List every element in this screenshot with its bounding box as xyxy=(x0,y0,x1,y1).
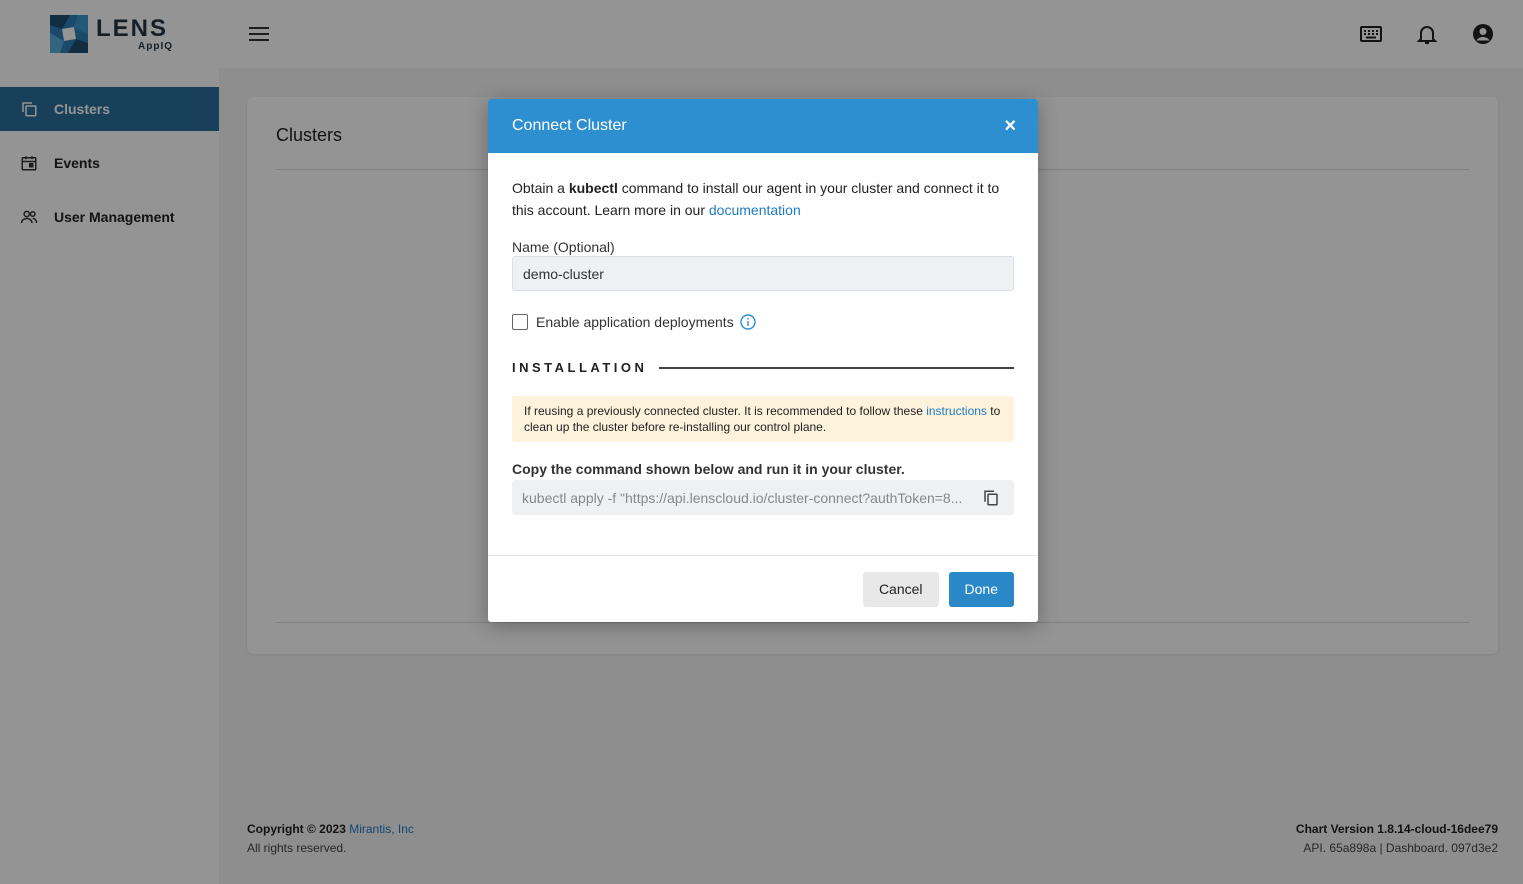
command-text[interactable]: kubectl apply -f "https://api.lenscloud.… xyxy=(522,490,970,506)
command-box: kubectl apply -f "https://api.lenscloud.… xyxy=(512,480,1014,515)
section-title: INSTALLATION xyxy=(512,360,648,375)
dialog-header: Connect Cluster × xyxy=(488,99,1038,153)
done-button[interactable]: Done xyxy=(948,571,1014,607)
enable-deployments-row: Enable application deployments xyxy=(512,314,1014,330)
documentation-link[interactable]: documentation xyxy=(709,202,801,218)
command-label: Copy the command shown below and run it … xyxy=(512,461,905,477)
info-icon[interactable] xyxy=(740,314,756,330)
connect-cluster-dialog: Connect Cluster × Obtain a kubectl comma… xyxy=(488,99,1038,622)
divider xyxy=(659,366,1014,369)
instructions-link[interactable]: instructions xyxy=(926,404,987,418)
copy-icon[interactable] xyxy=(982,489,1000,507)
dialog-footer: Cancel Done xyxy=(488,555,1038,622)
cluster-name-input[interactable] xyxy=(512,256,1014,291)
close-icon[interactable]: × xyxy=(1004,116,1016,136)
cancel-button[interactable]: Cancel xyxy=(862,571,939,607)
checkbox-label: Enable application deployments xyxy=(536,314,734,330)
enable-deployments-checkbox[interactable] xyxy=(512,314,528,330)
dialog-title: Connect Cluster xyxy=(512,117,627,134)
name-label: Name (Optional) xyxy=(512,239,615,255)
reuse-warning: If reusing a previously connected cluste… xyxy=(512,396,1014,442)
installation-section-header: INSTALLATION xyxy=(512,360,1014,375)
dialog-body: Obtain a kubectl command to install our … xyxy=(488,153,1038,515)
intro-text: Obtain a kubectl command to install our … xyxy=(512,180,1000,218)
